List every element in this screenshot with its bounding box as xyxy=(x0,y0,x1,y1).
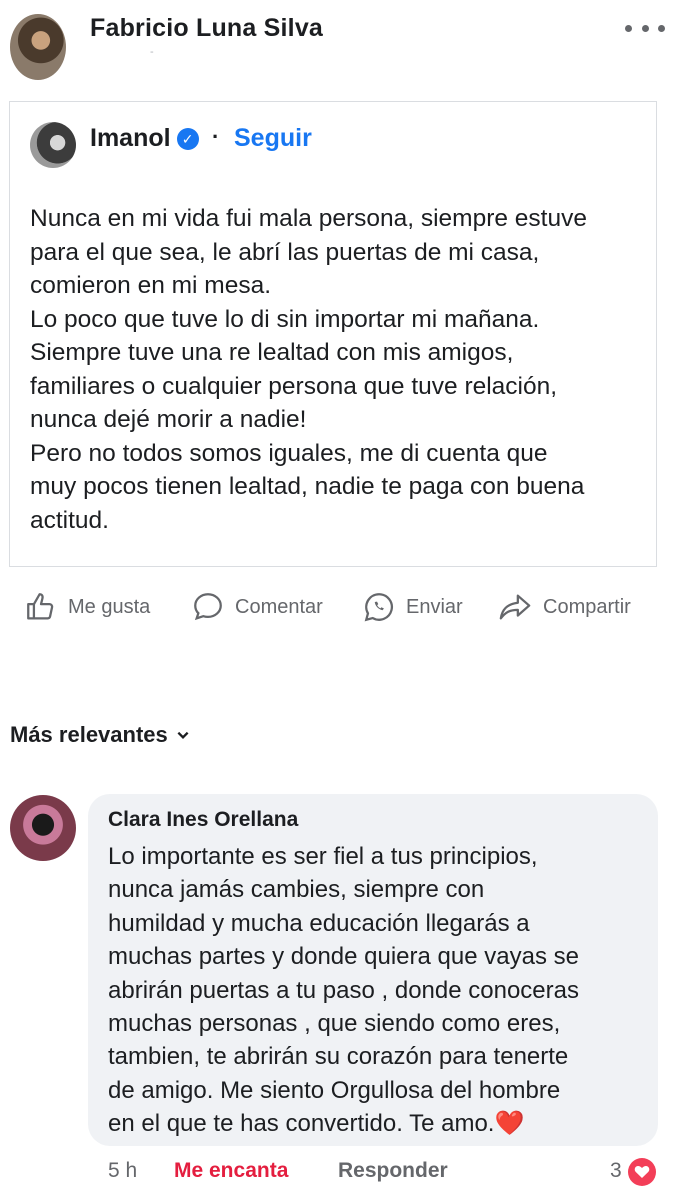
share-arrow-icon xyxy=(499,594,531,620)
comment-sort-dropdown[interactable]: Más relevantes xyxy=(10,722,190,748)
love-reaction-icon[interactable] xyxy=(628,1158,656,1186)
post-meta: - xyxy=(150,46,154,58)
shared-post-text: Nunca en mi vida fui mala persona, siemp… xyxy=(30,205,587,534)
author-name[interactable]: Fabricio Luna Silva xyxy=(90,14,323,43)
verified-badge-icon: ✓ xyxy=(176,127,199,150)
post-action-bar: Me gusta Comentar Enviar Compartir xyxy=(0,584,675,630)
heart-emoji-icon: ❤️ xyxy=(494,1110,525,1138)
commenter-avatar[interactable] xyxy=(10,795,76,861)
chevron-down-icon xyxy=(177,731,189,739)
comment-label: Comentar xyxy=(235,595,323,618)
share-button[interactable]: Compartir xyxy=(497,584,631,630)
like-button[interactable]: Me gusta xyxy=(24,584,150,630)
thumbs-up-icon xyxy=(27,593,54,620)
separator-dot: · xyxy=(212,124,220,149)
commenter-name[interactable]: Clara Ines Orellana xyxy=(108,808,298,832)
love-reaction-button[interactable]: Me encanta xyxy=(174,1159,288,1183)
send-label: Enviar xyxy=(406,595,463,618)
like-label: Me gusta xyxy=(68,595,151,618)
post-header: Fabricio Luna Silva - xyxy=(0,0,675,92)
comment-bubble-icon xyxy=(194,593,222,621)
sort-label: Más relevantes xyxy=(10,722,168,747)
share-label: Compartir xyxy=(543,595,631,618)
comment-bubble: Clara Ines Orellana Lo importante es ser… xyxy=(88,794,658,1146)
send-button[interactable]: Enviar xyxy=(362,584,463,630)
whatsapp-icon xyxy=(364,593,394,622)
comment-time[interactable]: 5 h xyxy=(108,1159,137,1183)
shared-author-avatar[interactable] xyxy=(30,122,76,168)
shared-author-name[interactable]: Imanol ✓ xyxy=(90,124,199,153)
more-options-icon[interactable] xyxy=(625,16,665,40)
follow-button[interactable]: Seguir xyxy=(234,124,312,153)
facebook-post-page: Fabricio Luna Silva - Imanol ✓ · Seguir … xyxy=(0,0,675,1200)
comment-button[interactable]: Comentar xyxy=(191,584,323,630)
reaction-count[interactable]: 3 xyxy=(610,1159,622,1183)
comment-body: Lo importante es ser fiel a tus principi… xyxy=(108,843,579,1138)
comment-text: Lo importante es ser fiel a tus principi… xyxy=(108,840,648,1141)
author-avatar[interactable] xyxy=(10,14,66,80)
comment-meta-row: 5 h Me encanta Responder 3 xyxy=(0,1155,675,1189)
shared-post-card[interactable]: Imanol ✓ · Seguir Nunca en mi vida fui m… xyxy=(9,101,657,567)
reply-button[interactable]: Responder xyxy=(338,1159,448,1183)
shared-author-label: Imanol xyxy=(90,124,171,152)
